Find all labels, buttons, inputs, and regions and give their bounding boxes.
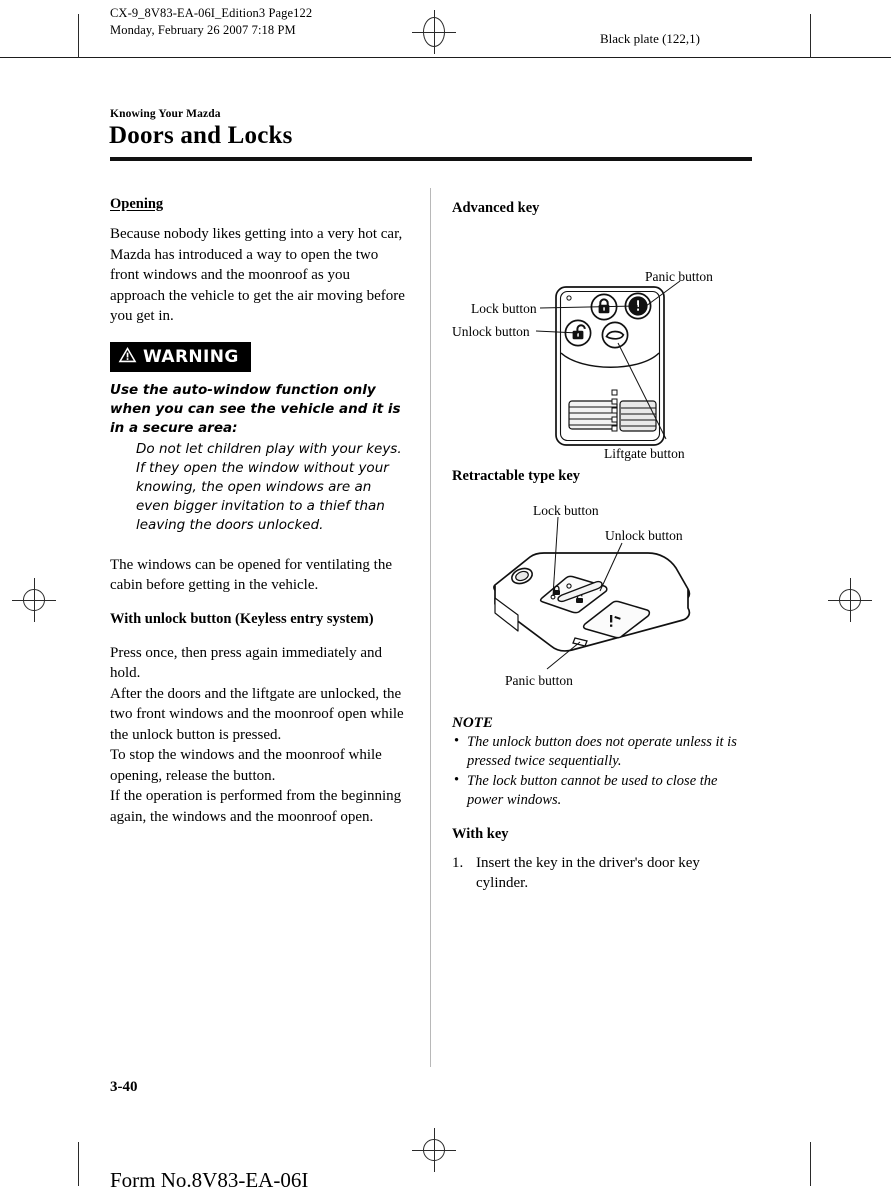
paragraph-intro: Because nobody likes getting into a very… xyxy=(110,226,405,324)
heading-opening: Opening xyxy=(110,196,164,212)
list-item: 1. Insert the key in the driver's door k… xyxy=(452,853,747,893)
header-file-line-2: Monday, February 26 2007 7:18 PM xyxy=(110,23,296,37)
warning-triangle-icon xyxy=(118,346,137,368)
label-liftgate-button: Liftgate button xyxy=(604,446,685,461)
page-number: 3-40 xyxy=(110,1079,138,1095)
paragraph-after-unlock: After the doors and the liftgate are unl… xyxy=(110,685,404,743)
header-plate-label: Black plate (122,1) xyxy=(600,31,700,46)
note-heading: NOTE xyxy=(452,715,493,731)
registration-mark-left xyxy=(12,578,56,622)
crop-tick-top-right xyxy=(810,14,811,58)
step-text: Insert the key in the driver's door key … xyxy=(476,855,700,891)
label-lock-button-2: Lock button xyxy=(533,503,599,518)
warning-block: WARNING Use the auto-window function onl… xyxy=(110,341,405,535)
crop-tick-bottom-left xyxy=(78,1142,79,1186)
page-title: Doors and Locks xyxy=(109,122,293,149)
note-block: NOTE The unlock button does not operate … xyxy=(452,715,747,810)
form-number: Form No.8V83-EA-06I xyxy=(110,1168,309,1192)
key-liftgate-button-icon xyxy=(601,321,629,349)
crop-tick-top-left xyxy=(78,14,79,58)
warning-banner: WARNING xyxy=(110,341,251,372)
paragraph-press-once: Press once, then press again immediately… xyxy=(110,644,383,682)
retractable-key-illustration xyxy=(493,516,691,670)
right-column: Advanced key Panic button Lock button Un… xyxy=(452,200,747,893)
label-unlock-button-2: Unlock button xyxy=(605,528,683,543)
section-kicker: Knowing Your Mazda xyxy=(110,108,221,120)
warning-lead-text: Use the auto-window function only when y… xyxy=(110,381,401,436)
heading-advanced-key: Advanced key xyxy=(452,200,540,216)
left-column: Opening Because nobody likes getting int… xyxy=(110,196,405,827)
step-number: 1. xyxy=(452,855,464,871)
label-lock-button: Lock button xyxy=(471,301,537,316)
paragraph-repeat-operation: If the operation is performed from the b… xyxy=(110,788,402,825)
figure-retractable-key: Lock button Unlock button Panic button xyxy=(452,503,747,715)
crop-tick-bottom-right xyxy=(810,1142,811,1186)
label-panic-button-2: Panic button xyxy=(505,673,573,688)
registration-mark-top xyxy=(412,10,456,54)
heading-with-key: With key xyxy=(452,826,509,842)
header-file-info: CX-9_8V83-EA-06I_Edition3 Page122 Monday… xyxy=(110,5,312,39)
advanced-key-illustration xyxy=(535,280,681,446)
warning-detail-text: Do not let children play with your keys.… xyxy=(136,440,402,533)
warning-label: WARNING xyxy=(143,346,239,367)
label-panic-button: Panic button xyxy=(645,269,713,284)
paragraph-to-stop: To stop the windows and the moonroof whi… xyxy=(110,747,382,784)
figure-advanced-key: Panic button Lock button Unlock button L… xyxy=(452,231,747,468)
heading-with-unlock-button: With unlock button (Keyless entry system… xyxy=(110,610,374,627)
header-rule xyxy=(0,57,891,58)
with-key-steps: 1. Insert the key in the driver's door k… xyxy=(452,853,747,893)
heading-retractable-type-key: Retractable type key xyxy=(452,468,581,484)
registration-mark-bottom xyxy=(412,1128,456,1172)
title-rule xyxy=(110,157,752,161)
registration-mark-right xyxy=(828,578,872,622)
label-unlock-button: Unlock button xyxy=(452,324,530,339)
note-list: The unlock button does not operate unles… xyxy=(452,732,747,810)
fob-indicator-dot-icon xyxy=(566,583,572,589)
note-item: The unlock button does not operate unles… xyxy=(452,732,747,771)
note-item: The lock button cannot be used to close … xyxy=(452,771,747,810)
manual-page: CX-9_8V83-EA-06I_Edition3 Page122 Monday… xyxy=(0,0,891,1200)
column-divider xyxy=(430,188,431,1067)
header-file-line-1: CX-9_8V83-EA-06I_Edition3 Page122 xyxy=(110,6,313,20)
paragraph-after-warning: The windows can be opened for ventilatin… xyxy=(110,556,392,594)
